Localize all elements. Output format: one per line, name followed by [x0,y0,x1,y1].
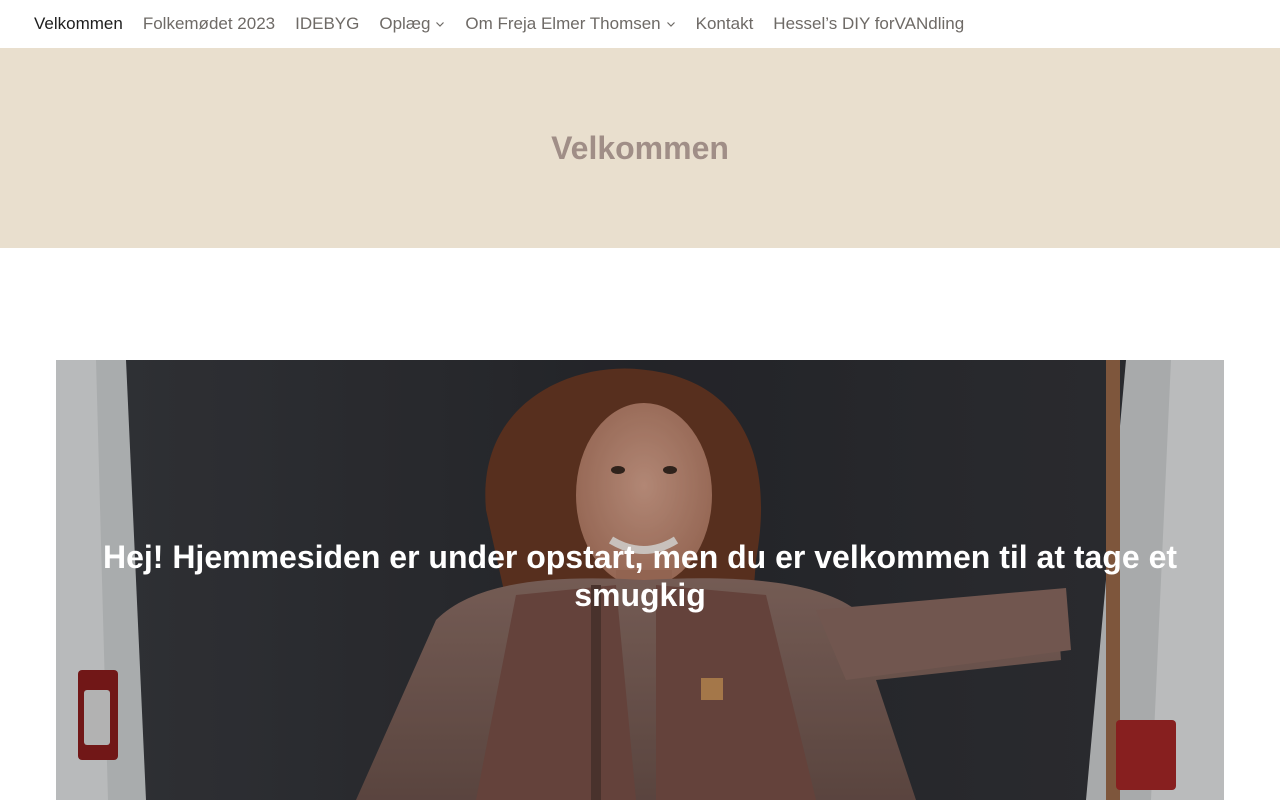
nav-item-idebyg[interactable]: IDEBYG [285,0,369,48]
nav-item-kontakt[interactable]: Kontakt [686,0,764,48]
nav-item-om-freja-elmer-thomsen[interactable]: Om Freja Elmer Thomsen [455,0,685,48]
chevron-down-icon [435,19,445,29]
nav-item-label: Kontakt [695,14,754,33]
nav-item-oplaeg[interactable]: Oplæg [369,0,455,48]
nav-item-label: Oplæg [379,14,431,33]
page-title-banner: Velkommen [0,48,1280,248]
cover-block: Hej! Hjemmesiden er under opstart, men d… [56,360,1224,800]
cover-heading: Hej! Hjemmesiden er under opstart, men d… [102,539,1178,614]
chevron-down-icon [666,19,676,29]
nav-item-label: Velkommen [34,14,123,33]
nav-item-label: Folkemødet 2023 [142,14,276,33]
nav-item-label: Hessel’s DIY forVANdling [773,14,965,33]
nav-item-label: Om Freja Elmer Thomsen [465,14,661,33]
nav-item-velkommen[interactable]: Velkommen [24,0,133,48]
nav-item-hessels-diy-forvandling[interactable]: Hessel’s DIY forVANdling [763,0,974,48]
nav-item-folkemodet-2023[interactable]: Folkemødet 2023 [133,0,285,48]
main-navigation: Velkommen Folkemødet 2023 IDEBYG Oplæg O… [0,0,1280,48]
nav-item-label: IDEBYG [295,14,360,33]
page-title: Velkommen [551,129,729,166]
